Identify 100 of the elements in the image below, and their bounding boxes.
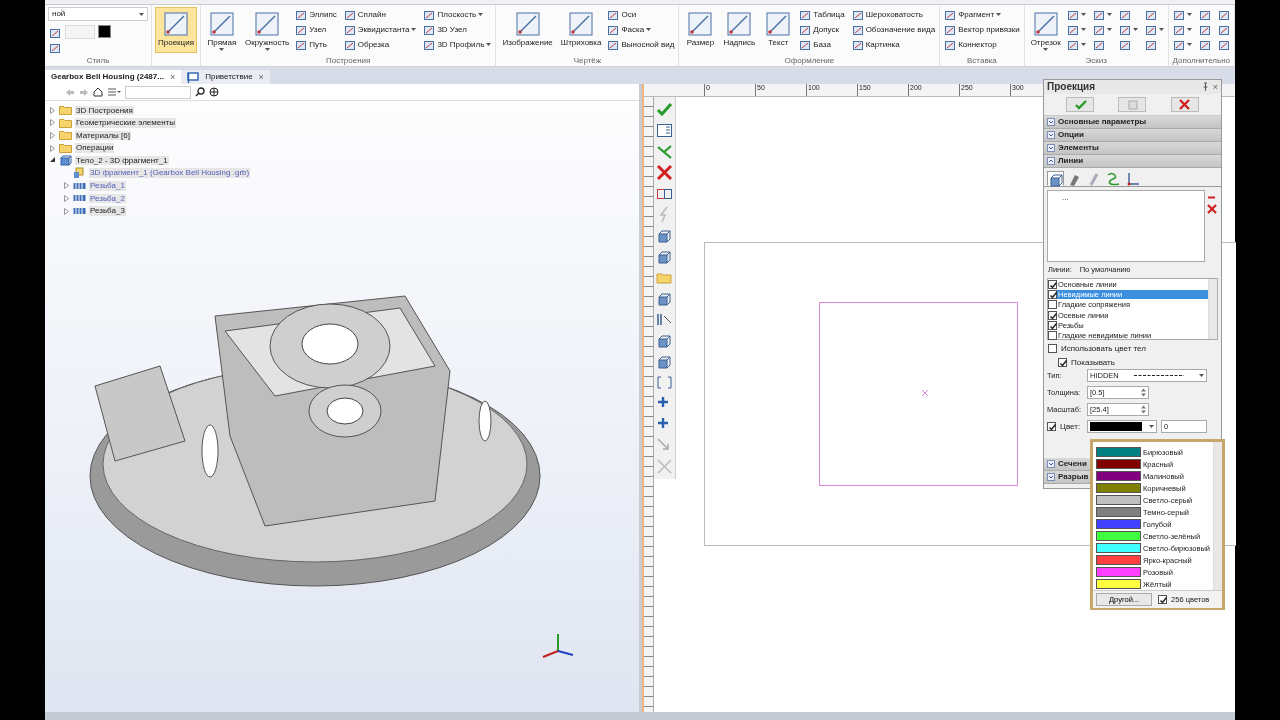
checkbox[interactable]: [1048, 300, 1057, 310]
tree-item[interactable]: Резьба_2: [89, 193, 126, 204]
tree-item[interactable]: 3D Построения: [75, 105, 134, 116]
checkbox[interactable]: [1058, 357, 1067, 367]
search-icon[interactable]: [195, 87, 205, 97]
tool-button[interactable]: [1065, 23, 1087, 36]
ribbon-button[interactable]: Текст: [760, 7, 797, 53]
color-swatch[interactable]: [98, 25, 111, 38]
search-field[interactable]: [125, 85, 191, 99]
ribbon-button[interactable]: Оси: [606, 8, 676, 21]
tree-item[interactable]: Тело_2 - 3D фрагмент_1: [75, 155, 169, 166]
close-icon[interactable]: [1207, 204, 1217, 214]
tree-item[interactable]: Материалы [6]: [75, 130, 131, 141]
spin-field[interactable]: [65, 25, 95, 39]
ribbon-button[interactable]: Отрезок: [1027, 7, 1064, 53]
home-icon[interactable]: [93, 87, 103, 97]
checkbox[interactable]: [1048, 320, 1057, 330]
color-select[interactable]: [1087, 420, 1157, 434]
pin-icon[interactable]: [1201, 82, 1209, 92]
tool-button[interactable]: [1143, 23, 1165, 36]
section-header[interactable]: Основные параметры: [1044, 116, 1221, 129]
checkbox[interactable]: [1048, 279, 1057, 289]
ribbon-button[interactable]: Выносной вид: [606, 38, 676, 51]
group-caption: Вставка: [966, 55, 998, 66]
ribbon-button[interactable]: 3D Профиль: [422, 38, 493, 51]
document-tab[interactable]: Приветствие ×: [181, 70, 270, 84]
ribbon-button[interactable]: Путь: [294, 38, 338, 51]
section-header[interactable]: Линии: [1044, 155, 1221, 168]
tool-button[interactable]: [1197, 38, 1212, 51]
ribbon-button[interactable]: Окружность: [242, 7, 293, 53]
ribbon-button[interactable]: Эквидистанта: [342, 23, 418, 36]
panel-icon[interactable]: [656, 121, 673, 139]
tool-button[interactable]: [1197, 23, 1212, 36]
ribbon-button[interactable]: Эллипс: [294, 8, 338, 21]
ribbon-button[interactable]: Изображение: [499, 7, 556, 53]
ribbon-button[interactable]: Обозначение вида: [850, 23, 937, 36]
ribbon-button[interactable]: Плоскость: [422, 8, 493, 21]
tool-button[interactable]: [48, 26, 62, 39]
checkbox[interactable]: [1158, 595, 1168, 604]
tool-button[interactable]: [1065, 38, 1087, 51]
tree-item[interactable]: Резьба_3: [89, 206, 126, 216]
ribbon-button[interactable]: Картинка: [850, 38, 937, 51]
tool-button[interactable]: [1171, 38, 1193, 51]
tool-button[interactable]: [1117, 23, 1139, 36]
tool-icon: [1118, 38, 1131, 51]
tree-item[interactable]: Операции: [75, 143, 115, 153]
close-button[interactable]: ×: [169, 71, 176, 83]
tool-button[interactable]: [1197, 8, 1212, 21]
target-icon[interactable]: [209, 87, 219, 97]
ribbon-button[interactable]: Проекция: [155, 7, 197, 53]
cancel-button[interactable]: [1170, 97, 1199, 112]
document-tab[interactable]: Gearbox Bell Housing (2487... ×: [45, 70, 182, 84]
tool-button[interactable]: [1216, 8, 1231, 21]
ribbon-button[interactable]: Фаска: [606, 23, 676, 36]
tree-item[interactable]: Резьба_1: [89, 181, 126, 191]
ribbon-button[interactable]: Вектор привязки: [943, 23, 1021, 36]
ribbon-button[interactable]: Шероховатость: [850, 8, 937, 21]
ribbon-button[interactable]: Штриховка: [557, 7, 605, 53]
tool-button[interactable]: [1171, 8, 1193, 21]
tree-item[interactable]: Геометрические элементы: [75, 118, 177, 128]
tool-button[interactable]: [1091, 8, 1113, 21]
ribbon-button[interactable]: Таблица: [798, 8, 846, 21]
ribbon-button[interactable]: Узел: [294, 23, 338, 36]
tool-button[interactable]: [1216, 38, 1231, 51]
ribbon-button[interactable]: Сплайн: [342, 8, 418, 21]
checkbox[interactable]: [1047, 422, 1056, 432]
tool-button[interactable]: [48, 41, 62, 54]
ribbon-button[interactable]: Допуск: [798, 23, 846, 36]
ribbon-button[interactable]: Надпись: [720, 7, 759, 53]
tab[interactable]: [1047, 171, 1064, 186]
section-header[interactable]: Опции: [1044, 129, 1221, 142]
checkbox[interactable]: [1048, 344, 1057, 354]
branch-arrow-icon[interactable]: [656, 142, 673, 160]
ribbon-button[interactable]: 3D Узел: [422, 23, 493, 36]
scrollbar[interactable]: [1213, 442, 1222, 590]
ok-button[interactable]: [1066, 97, 1095, 112]
close-button[interactable]: ×: [1212, 81, 1218, 93]
section-header[interactable]: Элементы: [1044, 142, 1221, 155]
tool-button[interactable]: [1091, 23, 1113, 36]
checkbox[interactable]: [1048, 310, 1057, 320]
style-select[interactable]: ной: [48, 7, 148, 21]
close-button[interactable]: ×: [258, 71, 264, 83]
close-icon[interactable]: [656, 163, 673, 181]
ribbon-button[interactable]: Коннектор: [943, 38, 1021, 51]
minus-icon[interactable]: [1207, 195, 1216, 200]
tool-button[interactable]: [1171, 23, 1193, 36]
checkbox[interactable]: [1048, 331, 1057, 341]
tool-button[interactable]: [1065, 8, 1087, 21]
tree-item[interactable]: 3D фрагмент_1 (Gearbox Bell Housing .grb): [89, 168, 251, 179]
ribbon-button[interactable]: База: [798, 38, 846, 51]
list-item[interactable]: ...: [1062, 193, 1069, 202]
tool-button[interactable]: [1216, 23, 1231, 36]
ribbon-button[interactable]: Размер: [682, 7, 719, 53]
ribbon-button[interactable]: Прямая: [204, 7, 240, 53]
ribbon-button[interactable]: Фрагмент: [943, 8, 1021, 21]
check-icon[interactable]: [656, 100, 673, 118]
scrollbar[interactable]: [1208, 279, 1217, 339]
expand-arrow-icon[interactable]: [49, 157, 56, 165]
checkbox[interactable]: [1048, 289, 1057, 299]
ribbon-button[interactable]: Обрезка: [342, 38, 418, 51]
